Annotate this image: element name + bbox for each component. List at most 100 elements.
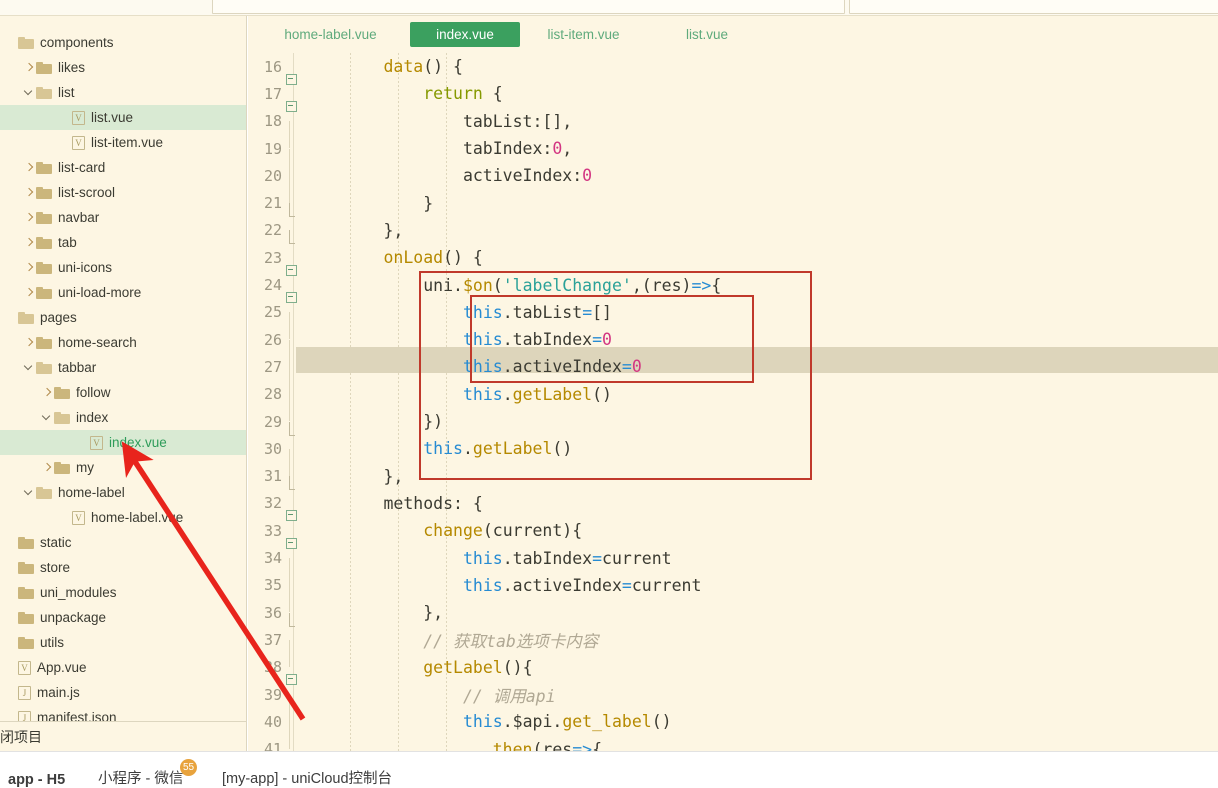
- code-line[interactable]: 38 getLabel(){: [248, 654, 1218, 686]
- code-line[interactable]: 24 uni.$on('labelChange',(res)=>{: [248, 271, 1218, 304]
- tree-item-my[interactable]: my: [0, 455, 246, 480]
- code-line[interactable]: 19 tabIndex:0,: [248, 135, 1218, 176]
- tree-item-app-vue[interactable]: V App.vue: [0, 655, 246, 680]
- code-line[interactable]: 29 }): [248, 408, 1218, 436]
- tree-item-label: list-item.vue: [91, 135, 164, 150]
- code-line[interactable]: 35 this.activeIndex=current: [248, 572, 1218, 613]
- tree-item-list-vue[interactable]: Vlist.vue: [0, 105, 246, 130]
- tree-item-utils[interactable]: utils: [0, 630, 246, 655]
- chevron-right-icon[interactable]: [22, 211, 36, 225]
- folder-open-icon: [36, 86, 52, 99]
- chevron-down-icon[interactable]: [22, 361, 36, 375]
- code-text: methods: {: [304, 493, 483, 513]
- tree-item-list-scrool[interactable]: list-scrool: [0, 180, 246, 205]
- chevron-down-icon[interactable]: [40, 411, 54, 425]
- code-line[interactable]: 37 // 获取tab选项卡内容: [248, 626, 1218, 667]
- chevron-right-icon[interactable]: [22, 161, 36, 175]
- chevron-down-icon[interactable]: [22, 86, 36, 100]
- code-line[interactable]: 40 this.$api.get_label(): [248, 708, 1218, 749]
- chevron-right-icon[interactable]: [22, 236, 36, 250]
- editor-tab-home-label-vue[interactable]: home-label.vue: [268, 22, 393, 47]
- code-line[interactable]: 41 .then(res=>{: [248, 736, 1218, 751]
- vue-file-icon: V: [72, 110, 85, 125]
- project-file-tree[interactable]: components likes list Vlist.vue Vlist-item.v…: [0, 30, 246, 730]
- code-text: onLoad() {: [383, 248, 483, 268]
- chevron-right-icon[interactable]: [22, 186, 36, 200]
- code-text: }): [304, 412, 444, 432]
- editor-tab-list-item-vue[interactable]: list-item.vue: [531, 22, 636, 47]
- code-text: activeIndex:0: [304, 166, 593, 186]
- code-line[interactable]: 33 change(current){: [248, 517, 1218, 549]
- tree-item-home-label[interactable]: home-label: [0, 480, 246, 505]
- folder-open-icon: [18, 311, 34, 324]
- code-line[interactable]: 31 },: [248, 463, 1218, 491]
- code-line[interactable]: 32 methods: {: [248, 490, 1218, 522]
- tree-item-follow[interactable]: follow: [0, 380, 246, 405]
- tree-item-store[interactable]: store: [0, 555, 246, 580]
- folder-open-icon: [18, 36, 34, 49]
- tree-item-list-item-vue[interactable]: Vlist-item.vue: [0, 130, 246, 155]
- code-text: },: [304, 603, 444, 623]
- taskbar-item[interactable]: 小程序 - 微信: [98, 767, 183, 788]
- chevron-right-icon[interactable]: [22, 286, 36, 300]
- tree-item-static[interactable]: static: [0, 530, 246, 555]
- tree-item-navbar[interactable]: navbar: [0, 205, 246, 230]
- tree-item-unpackage[interactable]: unpackage: [0, 605, 246, 630]
- code-line[interactable]: 22 },: [248, 217, 1218, 245]
- file-explorer-sidebar[interactable]: components likes list Vlist.vue Vlist-item.v…: [0, 16, 247, 751]
- toolbar-field-left[interactable]: [212, 0, 845, 14]
- toolbar-field-right[interactable]: [849, 0, 1218, 14]
- tree-item-tabbar[interactable]: tabbar: [0, 355, 246, 380]
- code-line[interactable]: 25 this.tabList=[]: [248, 299, 1218, 340]
- tree-item-main-js[interactable]: Jmain.js: [0, 680, 246, 705]
- tree-item-uni-load-more[interactable]: uni-load-more: [0, 280, 246, 305]
- chevron-right-icon[interactable]: [40, 461, 54, 475]
- tree-item-list-card[interactable]: list-card: [0, 155, 246, 180]
- os-taskbar[interactable]: app - H5 小程序 - 微信 55 [my-app] - uniCloud控制台: [0, 751, 1218, 788]
- code-line[interactable]: 39 // 调用api: [248, 681, 1218, 722]
- editor-tab-list-vue[interactable]: list.vue: [673, 22, 741, 47]
- tree-item-label: list: [58, 85, 75, 100]
- tree-item-components[interactable]: components: [0, 30, 246, 55]
- tree-item-index[interactable]: index: [0, 405, 246, 430]
- tree-item-label: my: [76, 460, 94, 475]
- code-line[interactable]: 28 this.getLabel(): [248, 381, 1218, 422]
- tree-item-likes[interactable]: likes: [0, 55, 246, 80]
- folder-icon: [36, 186, 52, 199]
- chevron-right-icon[interactable]: [22, 61, 36, 75]
- chevron-right-icon[interactable]: [22, 336, 36, 350]
- chevron-right-icon[interactable]: [40, 386, 54, 400]
- code-line[interactable]: 17 return {: [248, 80, 1218, 112]
- close-project-bar[interactable]: 关闭项目: [0, 721, 246, 751]
- tree-item-home-label-vue[interactable]: Vhome-label.vue: [0, 505, 246, 530]
- tree-item-label: tabbar: [58, 360, 97, 375]
- editor-tabbar[interactable]: home-label.vue index.vue list-item.vue list…: [248, 16, 1218, 53]
- tree-item-tab[interactable]: tab: [0, 230, 246, 255]
- line-number: 40: [263, 712, 282, 731]
- code-line[interactable]: 20 activeIndex:0: [248, 162, 1218, 203]
- code-area[interactable]: 16 data() {17 return {18 tabList:[], 19 t…: [248, 53, 1218, 751]
- code-line[interactable]: 16 data() {: [248, 53, 1218, 85]
- vue-file-icon: V: [90, 435, 103, 450]
- code-line[interactable]: 34 this.tabIndex=current: [248, 544, 1218, 586]
- tree-item-uni-icons[interactable]: uni-icons: [0, 255, 246, 280]
- tree-item-list[interactable]: list: [0, 80, 246, 105]
- chevron-down-icon[interactable]: [22, 486, 36, 500]
- code-line[interactable]: 18 tabList:[],: [248, 108, 1218, 149]
- code-line[interactable]: 23 onLoad() {: [248, 244, 1218, 276]
- code-line[interactable]: 26 this.tabIndex=0: [248, 326, 1218, 367]
- tree-item-pages[interactable]: pages: [0, 305, 246, 330]
- code-line[interactable]: 30 this.getLabel(): [248, 435, 1218, 476]
- code-line[interactable]: 27 this.activeIndex=0: [248, 353, 1218, 394]
- code-line[interactable]: 21 }: [248, 190, 1218, 218]
- tree-item-label: unpackage: [40, 610, 107, 625]
- chevron-right-icon[interactable]: [22, 261, 36, 275]
- code-line[interactable]: 36 },: [248, 599, 1218, 627]
- editor-tab-index-vue[interactable]: index.vue: [410, 22, 520, 47]
- tree-item-uni-modules[interactable]: uni_modules: [0, 580, 246, 605]
- taskbar-item[interactable]: app - H5: [8, 772, 65, 788]
- taskbar-item[interactable]: [my-app] - uniCloud控制台: [222, 767, 392, 788]
- tree-item-home-search[interactable]: home-search: [0, 330, 246, 355]
- tree-item-index-vue[interactable]: Vindex.vue: [0, 430, 246, 455]
